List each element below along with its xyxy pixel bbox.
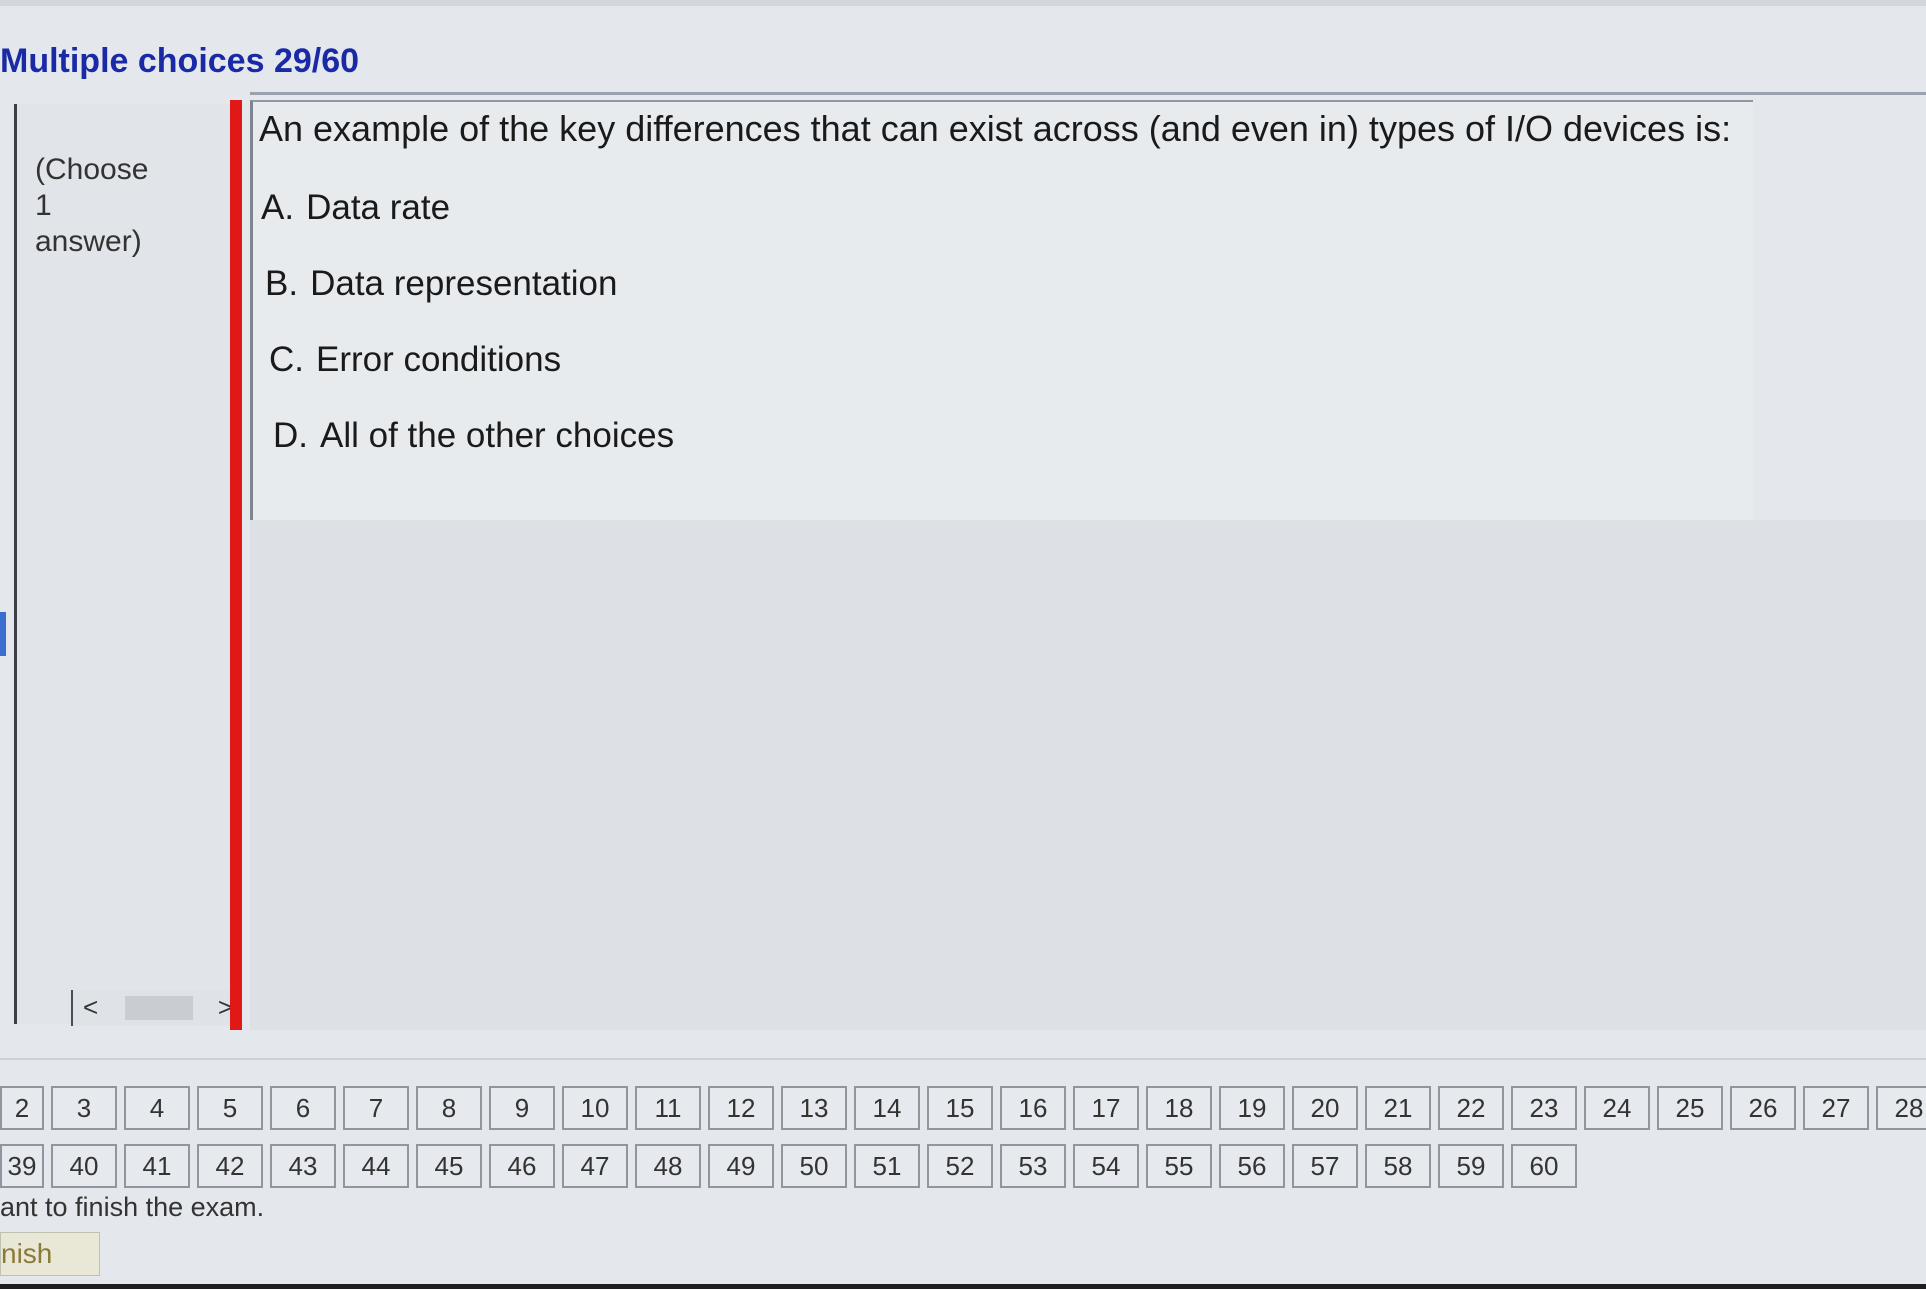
question-nav-button[interactable]: 23 <box>1511 1086 1577 1130</box>
question-nav-button[interactable]: 28 <box>1876 1086 1926 1130</box>
finish-button[interactable]: nish <box>0 1232 100 1276</box>
question-panel: An example of the key differences that c… <box>250 100 1753 523</box>
question-nav-button[interactable]: 17 <box>1073 1086 1139 1130</box>
question-nav-button[interactable]: 4 <box>124 1086 190 1130</box>
finish-instruction: ant to finish the exam. <box>0 1192 265 1222</box>
question-nav-button[interactable]: 10 <box>562 1086 628 1130</box>
question-nav-button[interactable]: 20 <box>1292 1086 1358 1130</box>
option-letter: C. <box>269 340 304 379</box>
question-nav-button[interactable]: 44 <box>343 1144 409 1188</box>
question-nav-button[interactable]: 60 <box>1511 1144 1577 1188</box>
question-nav-row-2: 39 40 41 42 43 44 45 46 47 48 49 50 51 52 53 54 55 56 57 58… <box>0 1144 1584 1190</box>
option-a[interactable]: A. Data rate <box>261 188 450 228</box>
top-strip <box>0 0 1926 6</box>
choose-hint-line2: 1 <box>35 189 52 222</box>
question-nav-button[interactable]: 7 <box>343 1086 409 1130</box>
option-d[interactable]: D. All of the other choices <box>273 416 674 456</box>
question-nav-button[interactable]: 43 <box>270 1144 336 1188</box>
question-nav-button[interactable]: 47 <box>562 1144 628 1188</box>
question-nav-button[interactable]: 57 <box>1292 1144 1358 1188</box>
question-nav-button[interactable]: 9 <box>489 1086 555 1130</box>
option-label: Data rate <box>306 188 451 227</box>
question-nav-button[interactable]: 14 <box>854 1086 920 1130</box>
horizontal-scrollbar[interactable]: < > <box>71 990 233 1026</box>
question-nav-button[interactable]: 49 <box>708 1144 774 1188</box>
question-nav-button[interactable]: 50 <box>781 1144 847 1188</box>
option-c[interactable]: C. Error conditions <box>269 340 561 380</box>
question-nav-button[interactable]: 56 <box>1219 1144 1285 1188</box>
option-label: All of the other choices <box>320 416 675 455</box>
question-nav-button[interactable]: 45 <box>416 1144 482 1188</box>
question-nav-button[interactable]: 22 <box>1438 1086 1504 1130</box>
question-nav-button[interactable]: 16 <box>1000 1086 1066 1130</box>
question-nav-button[interactable]: 46 <box>489 1144 555 1188</box>
question-nav-button[interactable]: 40 <box>51 1144 117 1188</box>
bottom-edge <box>0 1284 1926 1289</box>
question-nav-button[interactable]: 19 <box>1219 1086 1285 1130</box>
section-divider <box>0 1058 1926 1060</box>
page-title: Multiple choices 29/60 <box>0 42 360 80</box>
scroll-left-arrow-icon[interactable]: < <box>83 992 98 1023</box>
question-nav-button[interactable]: 39 <box>0 1144 44 1188</box>
answer-hint-panel: (Choose 1 answer) < > <box>14 104 233 1026</box>
choose-hint: (Choose 1 answer) <box>35 152 185 260</box>
question-nav-button[interactable]: 27 <box>1803 1086 1869 1130</box>
option-letter: B. <box>265 264 299 303</box>
question-nav-button[interactable]: 26 <box>1730 1086 1796 1130</box>
question-nav-button[interactable]: 58 <box>1365 1144 1431 1188</box>
option-label: Data representation <box>310 264 618 303</box>
question-nav-button[interactable]: 5 <box>197 1086 263 1130</box>
question-nav-row-1: 2 3 4 5 6 7 8 9 10 11 12 13 14 15 16 17 18 19 20 21 22 23 24 25… <box>0 1086 1926 1132</box>
question-text: An example of the key differences that c… <box>259 108 1732 149</box>
choose-hint-line3: answer) <box>35 225 142 258</box>
question-nav-button[interactable]: 15 <box>927 1086 993 1130</box>
question-nav-button[interactable]: 41 <box>124 1144 190 1188</box>
question-nav-button[interactable]: 55 <box>1146 1144 1212 1188</box>
question-nav-button[interactable]: 13 <box>781 1086 847 1130</box>
question-nav-button[interactable]: 11 <box>635 1086 701 1130</box>
option-letter: D. <box>273 416 308 455</box>
question-nav-button[interactable]: 52 <box>927 1144 993 1188</box>
question-nav-button[interactable]: 2 <box>0 1086 44 1130</box>
question-nav-button[interactable]: 48 <box>635 1144 701 1188</box>
question-nav-button[interactable]: 24 <box>1584 1086 1650 1130</box>
question-nav-button[interactable]: 25 <box>1657 1086 1723 1130</box>
question-nav-button[interactable]: 53 <box>1000 1144 1066 1188</box>
option-b[interactable]: B. Data representation <box>265 264 618 304</box>
scroll-thumb[interactable] <box>125 996 193 1020</box>
option-label: Error conditions <box>316 340 562 379</box>
left-edge-marker <box>0 612 6 656</box>
choose-hint-line1: (Choose <box>35 153 149 186</box>
option-letter: A. <box>261 188 295 227</box>
question-nav-button[interactable]: 42 <box>197 1144 263 1188</box>
question-nav-button[interactable]: 12 <box>708 1086 774 1130</box>
question-nav-button[interactable]: 59 <box>1438 1144 1504 1188</box>
answer-area <box>250 520 1926 1030</box>
question-nav-button[interactable]: 3 <box>51 1086 117 1130</box>
header-divider <box>250 92 1926 95</box>
question-nav-button[interactable]: 8 <box>416 1086 482 1130</box>
question-marker-bar <box>230 100 242 1030</box>
question-nav-button[interactable]: 18 <box>1146 1086 1212 1130</box>
question-nav-button[interactable]: 6 <box>270 1086 336 1130</box>
question-nav-button[interactable]: 54 <box>1073 1144 1139 1188</box>
question-nav-button[interactable]: 21 <box>1365 1086 1431 1130</box>
question-nav-button[interactable]: 51 <box>854 1144 920 1188</box>
